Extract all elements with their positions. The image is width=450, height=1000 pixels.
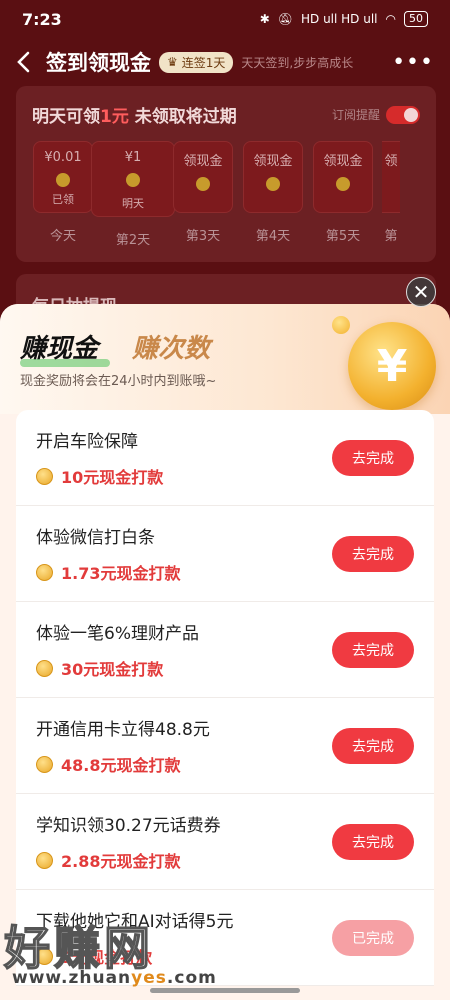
red-envelope: 领 [382,141,400,213]
more-menu-button[interactable]: ••• [392,50,434,75]
task-item: 学知识领30.27元话费券 2.88元现金打款 去完成 [16,794,434,890]
coin-icon [336,177,350,191]
checkin-day[interactable]: ¥0.01 已领 今天 [32,141,94,248]
task-item: 体验微信打白条 1.73元现金打款 去完成 [16,506,434,602]
go-complete-button[interactable]: 去完成 [332,823,414,860]
coin-icon [36,659,53,677]
task-reward: 2.88元现金打款 [61,852,181,871]
task-name: 体验微信打白条 [36,528,155,548]
bluetooth-icon: ✱ [259,12,270,26]
task-reward: 30元现金打款 [61,660,164,679]
checkin-day[interactable]: 领现金 第3天 [172,141,234,248]
task-reward: 48.8元现金打款 [61,756,181,775]
page-header: 签到领现金 ♛ 连签1天 天天签到,步步高成长 ••• [0,40,450,84]
red-envelope: ¥0.01 已领 [33,141,93,213]
task-item: 开启车险保障 10元现金打款 去完成 [16,410,434,506]
checkin-day[interactable]: 领现金 第5天 [312,141,374,248]
checkin-days: ¥0.01 已领 今天 ¥1 明天 第2天 领现金 第3天 领现金 第4天 领现金 … [16,127,436,248]
task-item: 体验一笔6%理财产品 30元现金打款 去完成 [16,602,434,698]
remind-label: 订阅提醒 [331,108,380,122]
signal-icon: HD ull HD ull [300,12,378,26]
go-complete-button[interactable]: 去完成 [332,631,414,668]
sheet-tabs: 赚现金 赚次数 [20,328,210,367]
watermark-url: www.zhuanyes.com [12,968,217,988]
task-name: 开通信用卡立得48.8元 [36,720,210,740]
tab-earn-cash[interactable]: 赚现金 [20,328,111,367]
red-envelope: ¥1 明天 [91,141,175,217]
site-watermark: 好赚网 www.zhuanyes.com [0,912,450,1000]
crown-icon: ♛ [167,55,178,69]
task-reward: 10元现金打款 [61,468,164,487]
coin-icon [36,467,53,485]
remind-toggle-row: 订阅提醒 [331,105,420,124]
page-title: 签到领现金 [46,51,151,75]
checkin-day[interactable]: 领 第 [382,141,400,248]
mute-icon: 🔕︎ [277,12,293,26]
gold-coin-icon: ¥ [348,322,436,410]
red-envelope: 领现金 [313,141,373,213]
checkin-card: 明天可领1元 未领取将过期 订阅提醒 ¥0.01 已领 今天 ¥1 明天 第2天 领… [16,86,436,262]
status-bar: 7:23 ✱ 🔕︎ HD ull HD ull ◠ 50 [0,0,450,38]
small-coin-icon [332,316,350,334]
tab-earn-chances[interactable]: 赚次数 [132,328,210,365]
earn-cash-sheet: 赚现金 赚次数 现金奖励将会在24小时内到账哦~ ¥ 开启车险保障 10元现金打… [0,304,450,1000]
go-complete-button[interactable]: 去完成 [332,727,414,764]
task-item: 开通信用卡立得48.8元 48.8元现金打款 去完成 [16,698,434,794]
battery-icon: 50 [404,11,428,27]
streak-badge: ♛ 连签1天 [159,51,234,73]
red-envelope: 领现金 [243,141,303,213]
remind-toggle[interactable] [386,105,420,124]
coin-icon [126,173,140,187]
status-icons: ✱ 🔕︎ HD ull HD ull ◠ 50 [260,11,428,27]
checkin-day[interactable]: ¥1 明天 第2天 [91,141,175,248]
close-sheet-button[interactable]: ✕ [406,277,436,307]
coin-icon [56,173,70,187]
coin-icon [36,755,53,773]
chevron-left-icon [17,51,30,73]
home-indicator [150,988,300,993]
coin-icon [196,177,210,191]
go-complete-button[interactable]: 去完成 [332,439,414,476]
sheet-subtitle: 现金奖励将会在24小时内到账哦~ [20,374,217,389]
status-time: 7:23 [22,9,62,29]
coin-icon [36,851,53,869]
red-envelope: 领现金 [173,141,233,213]
coin-icon [266,177,280,191]
close-icon: ✕ [412,280,430,304]
back-button[interactable] [16,51,38,73]
task-name: 学知识领30.27元话费券 [36,816,221,836]
wifi-icon: ◠ [385,12,396,26]
coin-icon [36,563,53,581]
task-name: 体验一笔6%理财产品 [36,624,199,644]
go-complete-button[interactable]: 去完成 [332,535,414,572]
checkin-headline: 明天可领1元 未领取将过期 [32,107,237,127]
checkin-day[interactable]: 领现金 第4天 [242,141,304,248]
task-name: 开启车险保障 [36,432,138,452]
streak-badge-label: 连签1天 [181,55,226,70]
header-slogan: 天天签到,步步高成长 [241,55,354,70]
task-reward: 1.73元现金打款 [61,564,181,583]
task-list: 开启车险保障 10元现金打款 去完成 体验微信打白条 1.73元现金打款 去完成… [16,410,434,986]
